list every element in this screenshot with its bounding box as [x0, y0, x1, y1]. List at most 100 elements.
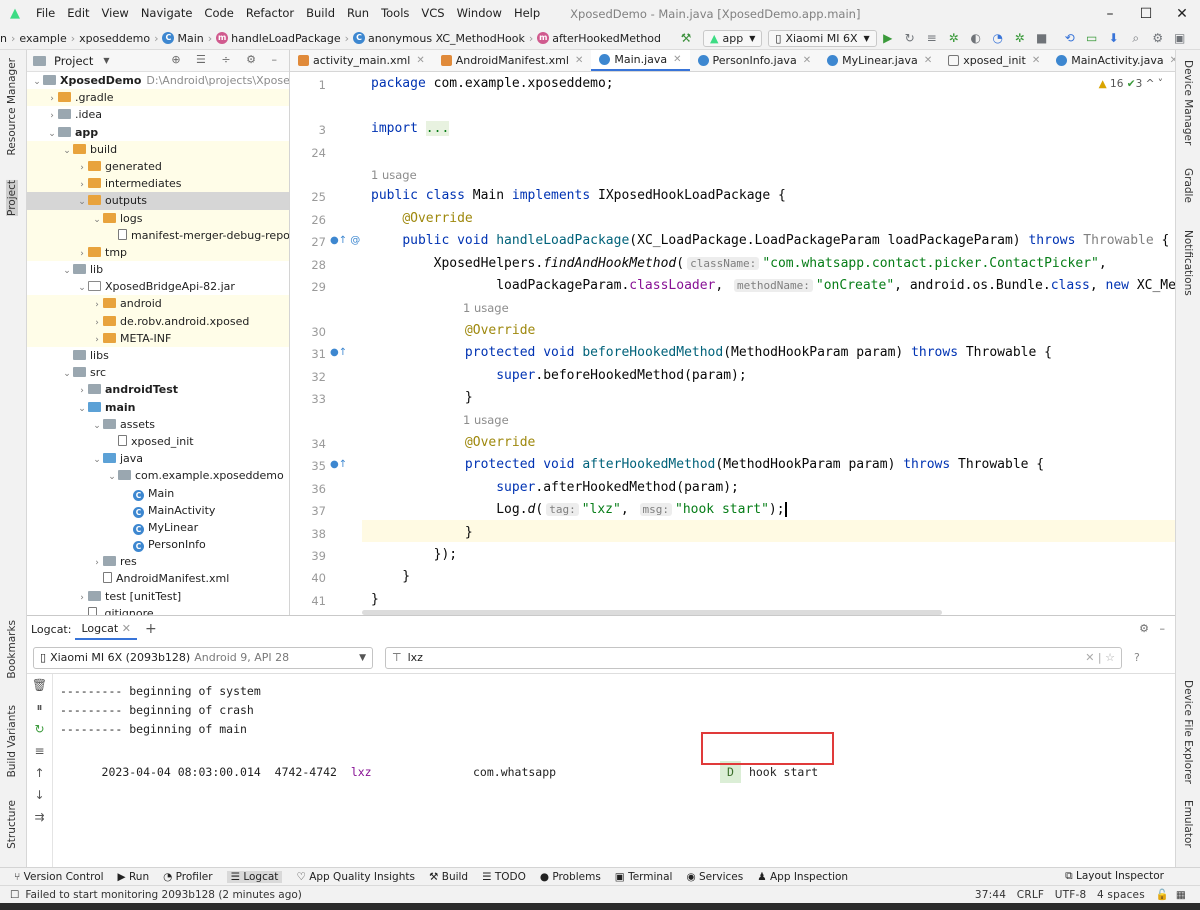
chevron-right-icon[interactable]: › — [76, 590, 88, 605]
chevron-right-icon[interactable]: › — [46, 91, 58, 106]
tool-version-control[interactable]: ⑂ Version Control — [14, 871, 104, 883]
tool-project[interactable]: Project — [6, 180, 18, 216]
tree-item[interactable]: › res — [27, 553, 289, 570]
apply-changes-icon[interactable]: ↻ — [899, 31, 921, 45]
tree-item[interactable]: › .idea — [27, 106, 289, 123]
tree-item[interactable]: › META-INF — [27, 329, 289, 347]
tree-item[interactable]: AndroidManifest.xml — [27, 570, 289, 587]
menu-view[interactable]: View — [96, 0, 135, 27]
help-icon[interactable]: ? — [1134, 651, 1140, 664]
tree-item[interactable]: › tmp — [27, 243, 289, 262]
tree-item[interactable]: xposed_init — [27, 433, 289, 450]
chevron-down-icon[interactable]: ⌄ — [46, 126, 58, 141]
gear-icon[interactable]: ⚙ — [1147, 31, 1169, 45]
close-tab-icon[interactable]: ✕ — [1170, 55, 1175, 66]
chevron-down-icon[interactable]: ⌄ — [91, 212, 103, 227]
tree-item[interactable]: › android — [27, 295, 289, 313]
device-select[interactable]: ▯ Xiaomi MI 6X ▼ — [768, 29, 877, 47]
menu-vcs[interactable]: VCS — [415, 0, 450, 27]
override-marker-icon[interactable]: ●↑ — [330, 347, 347, 358]
chevron-down-icon[interactable]: ⌄ — [61, 366, 73, 381]
chevron-right-icon[interactable]: › — [91, 332, 103, 347]
close-tab-icon[interactable]: ✕ — [416, 55, 424, 66]
tool-services[interactable]: ◉ Services — [686, 871, 743, 883]
tree-item[interactable]: › test [unitTest] — [27, 588, 289, 605]
sdk-manager-icon[interactable]: ⬇ — [1103, 31, 1125, 45]
tool-terminal[interactable]: ▣ Terminal — [615, 871, 673, 883]
breadcrumb-item[interactable]: n — [0, 32, 7, 45]
tree-item[interactable]: manifest-merger-debug-repor — [27, 226, 289, 244]
tab-personinfo-java[interactable]: PersonInfo.java ✕ — [690, 50, 820, 71]
tree-item[interactable]: ⌄ app — [27, 124, 289, 141]
chevron-right-icon[interactable]: › — [91, 555, 103, 570]
close-tab-icon[interactable]: ✕ — [575, 55, 583, 66]
menu-edit[interactable]: Edit — [61, 0, 95, 27]
tool-resource-manager[interactable]: Resource Manager — [6, 58, 18, 156]
run-config-select[interactable]: ▲ app ▼ — [703, 29, 763, 47]
tool-device-manager[interactable]: Device Manager — [1182, 60, 1194, 145]
menu-run[interactable]: Run — [341, 0, 375, 27]
status-message[interactable]: Failed to start monitoring 2093b128 (2 m… — [25, 889, 301, 901]
device-manager-icon[interactable]: ▭ — [1081, 31, 1103, 45]
tool-structure[interactable]: Structure — [6, 800, 18, 849]
close-tab-icon[interactable]: ✕ — [122, 622, 131, 635]
menu-tools[interactable]: Tools — [375, 0, 415, 27]
file-encoding[interactable]: UTF-8 — [1055, 889, 1087, 901]
project-view-selector[interactable]: Project — [54, 54, 93, 68]
chevron-right-icon[interactable]: › — [76, 246, 88, 261]
tool-layout-inspector[interactable]: ⧉ Layout Inspector — [1065, 870, 1164, 883]
override-marker-icon[interactable]: ●↑ — [330, 459, 347, 470]
debug-icon[interactable]: ✲ — [943, 31, 965, 45]
logcat-settings-icon[interactable]: ⚙ – — [1139, 622, 1165, 635]
chevron-right-icon[interactable]: › — [76, 383, 88, 398]
menu-window[interactable]: Window — [451, 0, 508, 27]
add-tab-icon[interactable]: + — [145, 621, 157, 637]
tree-item[interactable]: › generated — [27, 157, 289, 176]
tree-item[interactable]: C MainActivity — [27, 502, 289, 519]
tool-logcat[interactable]: ☰ Logcat — [226, 870, 283, 883]
tool-notifications[interactable]: Notifications — [1182, 230, 1194, 296]
tree-item[interactable]: › de.robv.android.xposed — [27, 312, 289, 330]
usage-hint[interactable]: 1 usage — [463, 413, 509, 427]
tree-item[interactable]: C MyLinear — [27, 519, 289, 536]
attach-debugger-icon[interactable]: ✲ — [1009, 31, 1031, 45]
tool-run[interactable]: ▶ Run — [118, 871, 150, 883]
search-icon[interactable]: ⌕ — [1125, 31, 1147, 46]
chevron-down-icon[interactable]: ⌄ — [76, 401, 88, 416]
format-icon[interactable]: ⇉ — [27, 806, 52, 828]
menu-help[interactable]: Help — [508, 0, 546, 27]
chevron-down-icon[interactable]: ⌄ — [76, 280, 88, 295]
chevron-down-icon[interactable]: ▼ — [103, 56, 109, 65]
apply-code-icon[interactable]: ≡ — [921, 31, 943, 45]
tool-emulator[interactable]: Emulator — [1182, 800, 1194, 848]
tool-build[interactable]: ⚒ Build — [429, 871, 468, 883]
breadcrumb-item[interactable]: xposeddemo — [79, 32, 150, 45]
tree-item[interactable]: ⌄ logs — [27, 209, 289, 227]
chevron-right-icon[interactable]: › — [76, 177, 88, 192]
profile-icon[interactable]: ◔ — [987, 31, 1009, 45]
chevron-down-icon[interactable]: ⌄ — [61, 263, 73, 278]
logcat-filter-input[interactable]: ⊤ lxz ✕ | ☆ — [385, 646, 1122, 669]
tree-item[interactable]: libs — [27, 347, 289, 364]
close-tab-icon[interactable]: ✕ — [673, 54, 681, 65]
clear-filter-icon[interactable]: ✕ | ☆ — [1085, 651, 1115, 664]
restart-icon[interactable]: ↻ — [27, 718, 52, 740]
tool-gradle[interactable]: Gradle — [1182, 168, 1194, 203]
tree-item[interactable]: ⌄ java — [27, 450, 289, 467]
close-tab-icon[interactable]: ✕ — [1032, 55, 1040, 66]
tool-todo[interactable]: ☰ TODO — [482, 871, 526, 883]
clear-log-icon[interactable]: 🗑 — [27, 674, 52, 696]
breadcrumb-item[interactable]: handleLoadPackage — [231, 32, 340, 45]
tree-item[interactable]: ⌄ outputs — [27, 192, 289, 210]
tree-item[interactable]: ⌄ lib — [27, 261, 289, 278]
tab-activity-main-xml[interactable]: activity_main.xml ✕ — [290, 50, 433, 71]
chevron-right-icon[interactable]: › — [76, 160, 88, 175]
tab-android-manifest[interactable]: AndroidManifest.xml ✕ — [433, 50, 592, 71]
usage-hint[interactable]: 1 usage — [371, 168, 417, 182]
chevron-down-icon[interactable]: ⌄ — [106, 469, 118, 484]
scroll-up-icon[interactable]: ↑ — [27, 762, 52, 784]
close-icon[interactable]: ✕ — [1164, 0, 1200, 27]
chevron-down-icon[interactable]: ⌄ — [91, 452, 103, 467]
lock-icon[interactable]: 🔓 — [1156, 889, 1169, 901]
usage-hint[interactable]: 1 usage — [463, 301, 509, 315]
